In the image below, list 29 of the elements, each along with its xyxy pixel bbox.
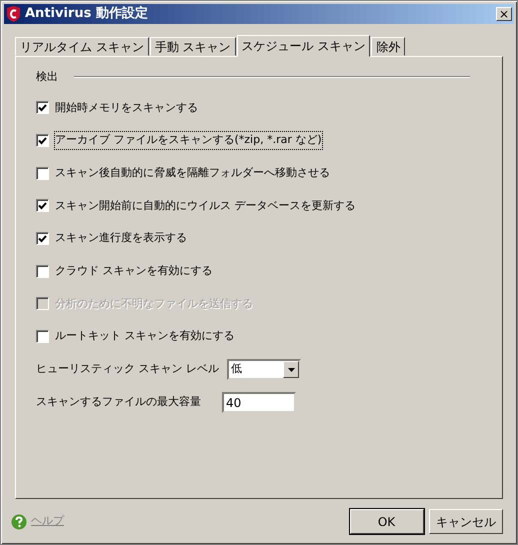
checkbox-label[interactable]: 開始時メモリをスキャンする xyxy=(55,100,198,116)
checkbox[interactable] xyxy=(36,330,49,344)
dialog-button[interactable]: OK xyxy=(350,509,424,534)
close-button[interactable]: × xyxy=(496,7,512,21)
checkbox-label[interactable]: ルートキット スキャンを有効にする xyxy=(55,328,234,345)
checkbox[interactable] xyxy=(36,199,49,212)
section-heading: 検出 xyxy=(36,69,58,85)
checkbox-label[interactable]: クラウド スキャンを有効にする xyxy=(55,263,212,280)
help-icon xyxy=(11,514,27,530)
checkbox[interactable] xyxy=(36,134,49,148)
shield-logo-icon xyxy=(6,6,21,22)
tab[interactable]: スケジュール スキャン xyxy=(236,35,370,57)
checkbox-label[interactable]: スキャン進行度を表示する xyxy=(55,230,187,247)
window-title: Antivirus 動作設定 xyxy=(25,4,148,24)
tab[interactable]: リアルタイム スキャン xyxy=(15,37,149,56)
checkbox[interactable] xyxy=(36,166,49,180)
size-input-field[interactable]: 40 xyxy=(222,392,296,413)
field-label: ヒューリスティック スキャン レベル xyxy=(36,361,219,378)
checkbox-label[interactable]: アーカイブ ファイルをスキャンする(*zip, *.rar など) xyxy=(55,132,322,149)
field-label: スキャンするファイルの最大容量 xyxy=(36,394,202,410)
checkbox[interactable] xyxy=(36,232,49,246)
dialog-button[interactable]: キャンセル xyxy=(429,509,503,534)
level-dropdown[interactable]: 低 xyxy=(227,359,301,380)
checkbox[interactable] xyxy=(36,264,49,278)
tab[interactable]: 除外 xyxy=(371,37,406,56)
checkbox-label[interactable]: スキャン開始前に自動的にウイルス データベースを更新する xyxy=(55,198,356,214)
tab[interactable]: 手動 スキャン xyxy=(150,37,236,56)
checkbox[interactable] xyxy=(36,101,49,114)
checkbox-label[interactable]: スキャン後自動的に脅威を隔離フォルダーへ移動させる xyxy=(55,164,330,182)
